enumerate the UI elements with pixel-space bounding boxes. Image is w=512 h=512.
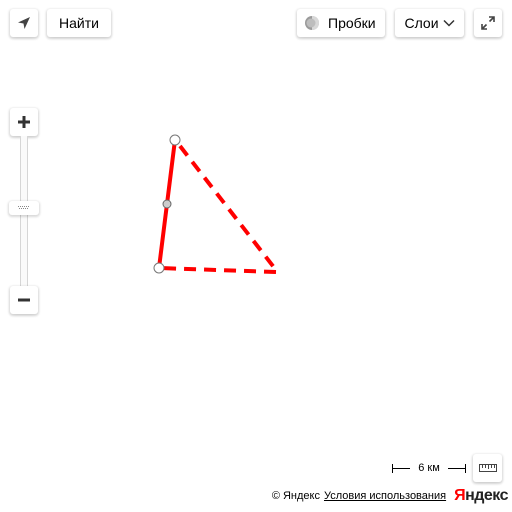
yandex-logo[interactable]: Яндекс (454, 487, 508, 505)
minus-icon (16, 292, 32, 308)
polygon-vertex[interactable] (169, 134, 181, 146)
terms-of-use-link[interactable]: Условия использования (324, 490, 446, 502)
scale-bar: 6 км (392, 460, 466, 476)
layers-button[interactable]: Слои (395, 9, 464, 37)
polygon-vertex[interactable] (153, 262, 165, 274)
map-drawing-layer (153, 134, 278, 274)
copyright-bar: © Яндекс Условия использования Яндекс (271, 486, 509, 506)
scale-line-right (448, 464, 466, 473)
layers-button-label: Слои (404, 15, 439, 31)
polygon-midpoint[interactable] (162, 199, 172, 209)
arrow-icon (16, 15, 32, 31)
polygon-shape[interactable] (157, 139, 278, 274)
traffic-button[interactable]: Пробки (297, 9, 385, 37)
grip-icon (18, 206, 30, 210)
search-button-label: Найти (59, 15, 99, 31)
copyright-text: © Яндекс (271, 490, 320, 502)
plus-icon (16, 114, 32, 130)
geolocation-button[interactable] (10, 9, 38, 37)
polygon-edge-dashed[interactable] (158, 266, 277, 274)
chevron-down-icon (442, 19, 455, 27)
zoom-in-button[interactable] (10, 108, 38, 136)
yandex-logo-first-letter: Я (454, 487, 466, 504)
ruler-button[interactable] (473, 454, 502, 482)
traffic-button-label: Пробки (328, 15, 376, 31)
search-button[interactable]: Найти (47, 9, 111, 37)
zoom-out-button[interactable] (10, 286, 38, 314)
zoom-slider-thumb[interactable] (9, 201, 39, 215)
traffic-light-icon (304, 15, 320, 31)
expand-icon (480, 15, 496, 31)
ruler-icon (478, 464, 497, 472)
fullscreen-button[interactable] (474, 9, 502, 37)
polygon-edge-dashed[interactable] (178, 144, 278, 272)
yandex-logo-rest: ндекс (465, 487, 508, 504)
